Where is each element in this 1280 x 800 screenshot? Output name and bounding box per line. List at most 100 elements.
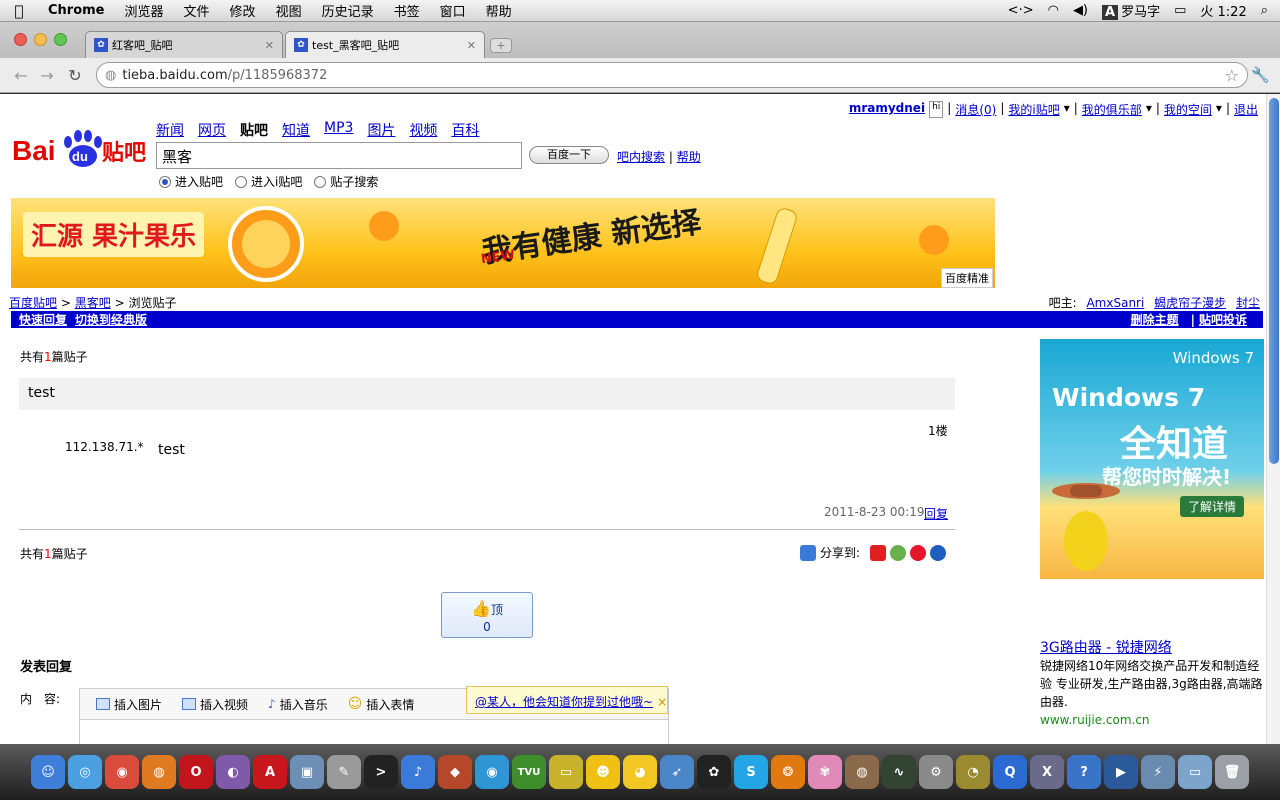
volume-icon[interactable]: ◀) (1073, 3, 1088, 18)
menu-item-history[interactable]: 历史记录 (312, 1, 384, 20)
sysprefs-icon[interactable]: ⚙ (919, 755, 953, 789)
menu-item-help[interactable]: 帮助 (476, 1, 522, 20)
windows7-ad[interactable]: Windows 7 Windows 7 全知道 帮您时时解决! 了解详情 (1040, 339, 1264, 579)
reply-editor[interactable] (79, 720, 669, 744)
reload-icon[interactable]: ↻ (64, 66, 86, 85)
close-tab-icon[interactable]: ✕ (467, 39, 476, 52)
scripteditor-icon[interactable]: ✎ (327, 755, 361, 789)
toucan-icon[interactable]: ❂ (771, 755, 805, 789)
hi-icon[interactable]: hi (929, 101, 944, 118)
delete-thread-link[interactable]: 删除主题 (1131, 313, 1179, 327)
preview-icon[interactable]: ▣ (290, 755, 324, 789)
input-method[interactable]: A 罗马字 (1102, 1, 1160, 20)
reply-link[interactable]: 回复 (924, 505, 948, 522)
clock[interactable]: 火 1:22 (1200, 1, 1246, 20)
insert-image-button[interactable]: 插入图片 (96, 696, 162, 713)
my-tieba-link[interactable]: 我的i贴吧 (1008, 101, 1059, 118)
complain-link[interactable]: 贴吧投诉 (1199, 313, 1247, 327)
adium-icon[interactable]: ◕ (623, 755, 657, 789)
finder-icon[interactable]: ☺ (31, 755, 65, 789)
radio-enter-tieba[interactable]: 进入贴吧 (159, 173, 223, 190)
nav-images[interactable]: 图片 (367, 120, 395, 140)
bookmark-star-icon[interactable]: ☆ (1225, 66, 1239, 85)
clock-icon[interactable]: ◔ (956, 755, 990, 789)
folder-icon[interactable]: ▭ (1178, 755, 1212, 789)
mention-tip-link[interactable]: @某人，他会知道你提到过他哦~ (475, 695, 653, 709)
new-tab-button[interactable]: + (490, 38, 512, 53)
wrench-icon[interactable]: 🔧 (1251, 66, 1270, 84)
ad-learn-more-button[interactable]: 了解详情 (1180, 496, 1245, 517)
drive-icon[interactable]: ▭ (549, 755, 583, 789)
quick-reply-link[interactable]: 快速回复 (19, 311, 67, 328)
messages-link[interactable]: 消息(0) (955, 101, 996, 118)
bird-icon[interactable]: ➶ (660, 755, 694, 789)
like-button[interactable]: 👍顶 0 (441, 592, 533, 638)
acrobat-icon[interactable]: A (253, 755, 287, 789)
chevron-down-icon[interactable]: ▾ (1064, 101, 1070, 118)
apple-icon[interactable]:  (0, 2, 38, 20)
qq-browser-icon[interactable]: ◉ (475, 755, 509, 789)
address-bar[interactable]: ◍ tieba.baidu.com/p/1185968372 ☆ (96, 62, 1248, 88)
share-renren-icon[interactable] (870, 544, 887, 561)
banner-ad[interactable]: 汇源 果汁果乐 我有健康 新选择 NEW 百度精准 (11, 198, 995, 288)
tvu-icon[interactable]: TVU (512, 755, 546, 789)
breadcrumb-home[interactable]: 百度贴吧 (9, 296, 57, 310)
baidu-tieba-logo[interactable]: Bai du 贴吧 (12, 122, 150, 170)
menu-item-window[interactable]: 窗口 (430, 1, 476, 20)
itunes-icon[interactable]: ♪ (401, 755, 435, 789)
scrollbar-thumb[interactable] (1269, 98, 1279, 464)
in-forum-search-link[interactable]: 吧内搜索 (617, 150, 665, 164)
menu-app-name[interactable]: Chrome (38, 3, 115, 18)
battery-icon[interactable]: ▭ (1174, 3, 1186, 18)
menu-item-file[interactable]: 文件 (174, 1, 220, 20)
qq-icon[interactable]: ✿ (697, 755, 731, 789)
zoom-window-button[interactable] (54, 33, 67, 46)
insert-music-button[interactable]: ♪ 插入音乐 (268, 696, 328, 713)
help-link[interactable]: 帮助 (677, 150, 701, 164)
share-qzone-icon[interactable] (930, 544, 947, 561)
switch-classic-link[interactable]: 切换到经典版 (75, 311, 147, 328)
owner-link[interactable]: AmxSanri (1086, 296, 1144, 310)
insert-video-button[interactable]: 插入视频 (182, 696, 248, 713)
video-icon[interactable]: ▶ (1104, 755, 1138, 789)
search-input[interactable]: 黑客 (156, 142, 522, 169)
chrome-icon[interactable]: ◉ (105, 755, 139, 789)
radio-post-search[interactable]: 贴子搜索 (314, 173, 378, 190)
username-link[interactable]: mramydnei (849, 101, 925, 118)
tortoise-icon[interactable]: ◍ (845, 755, 879, 789)
code-icon[interactable]: <·> (1008, 3, 1034, 18)
my-space-link[interactable]: 我的空间 (1164, 101, 1212, 118)
forward-icon[interactable]: → (36, 66, 58, 85)
menu-item-edit[interactable]: 修改 (220, 1, 266, 20)
menu-item-bookmarks[interactable]: 书签 (384, 1, 430, 20)
nav-tieba[interactable]: 贴吧 (240, 120, 268, 140)
nav-baike[interactable]: 百科 (451, 120, 479, 140)
nav-mp3[interactable]: MP3 (324, 120, 353, 140)
trash-icon[interactable]: 🗑 (1215, 755, 1249, 789)
tor-icon[interactable]: ◐ (216, 755, 250, 789)
flower-icon[interactable]: ✾ (808, 755, 842, 789)
nav-news[interactable]: 新闻 (156, 120, 184, 140)
radio-enter-itieba[interactable]: 进入i贴吧 (235, 173, 302, 190)
yahoo-messenger-icon[interactable]: ☻ (586, 755, 620, 789)
nav-video[interactable]: 视频 (409, 120, 437, 140)
text-ad-url[interactable]: www.ruijie.com.cn (1040, 711, 1264, 729)
menu-item-browser[interactable]: 浏览器 (115, 1, 174, 20)
spotlight-icon[interactable]: ⌕ (1261, 3, 1268, 18)
terminal-icon[interactable]: > (364, 755, 398, 789)
insert-emoji-button[interactable]: ☺ 插入表情 (348, 696, 415, 713)
x11-icon[interactable]: X (1030, 755, 1064, 789)
search-button[interactable]: 百度一下 (529, 146, 609, 164)
owner-link[interactable]: 封尘 (1236, 296, 1260, 310)
back-icon[interactable]: ← (10, 66, 32, 85)
menu-item-view[interactable]: 视图 (266, 1, 312, 20)
my-club-link[interactable]: 我的俱乐部 (1082, 101, 1142, 118)
close-tab-icon[interactable]: ✕ (265, 39, 274, 52)
nav-web[interactable]: 网页 (198, 120, 226, 140)
share-kaixin-icon[interactable] (890, 544, 907, 561)
close-icon[interactable]: × (657, 695, 667, 709)
nav-zhidao[interactable]: 知道 (282, 120, 310, 140)
wifi-icon[interactable]: ◠ (1048, 3, 1059, 18)
opera-icon[interactable]: O (179, 755, 213, 789)
breadcrumb-forum[interactable]: 黑客吧 (75, 296, 111, 310)
